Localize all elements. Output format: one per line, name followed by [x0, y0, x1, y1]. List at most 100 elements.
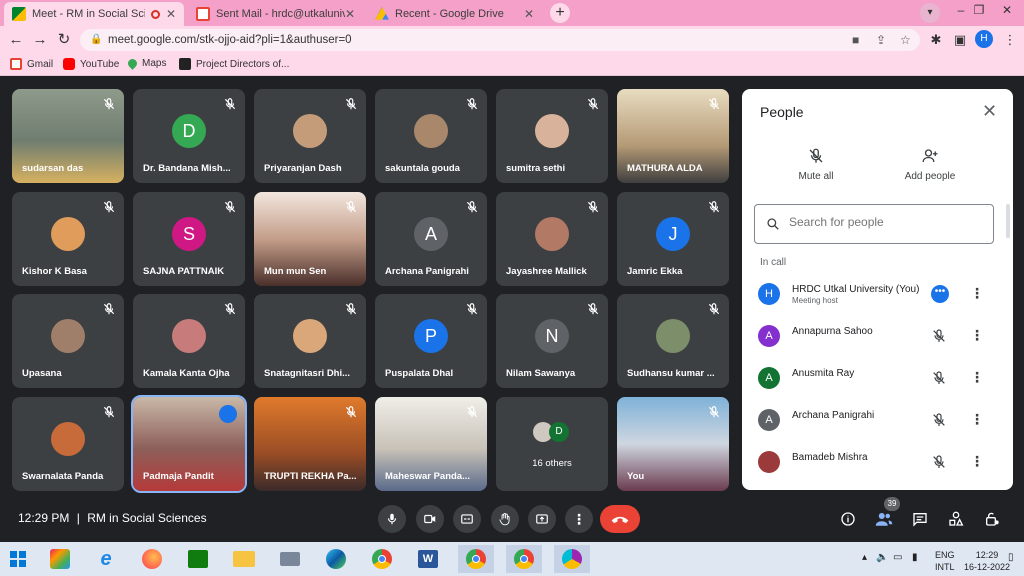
- person-more-icon[interactable]: ⋮: [970, 411, 984, 428]
- address-bar[interactable]: 🔒 meet.google.com/stk-ojjo-aid?pli=1&aut…: [80, 29, 920, 51]
- share-icon[interactable]: ⇪: [876, 29, 886, 51]
- word-icon[interactable]: W: [410, 545, 446, 573]
- participant-tile[interactable]: Upasana: [12, 294, 124, 388]
- participant-tile[interactable]: sakuntala gouda: [375, 89, 487, 183]
- close-window-icon[interactable]: ✕: [992, 0, 1022, 22]
- firefox-icon[interactable]: [134, 545, 170, 573]
- close-tab-icon[interactable]: ✕: [166, 7, 176, 21]
- bookmark-star-icon[interactable]: ☆: [900, 29, 911, 51]
- tab-meet[interactable]: Meet - RM in Social Sciences ✕: [4, 2, 184, 26]
- new-tab-button[interactable]: +: [550, 3, 570, 23]
- reload-icon[interactable]: ↻: [54, 30, 74, 50]
- mute-person-button[interactable]: [931, 412, 947, 433]
- present-screen-button[interactable]: [528, 505, 556, 533]
- participant-tile[interactable]: Padmaja Pandit: [131, 395, 247, 493]
- participant-tile[interactable]: Snatagnitasri Dhi...: [254, 294, 366, 388]
- bookmark-youtube[interactable]: YouTube: [63, 58, 119, 70]
- participant-tile[interactable]: Sudhansu kumar ...: [617, 294, 729, 388]
- participant-tile[interactable]: MATHURA ALDA: [617, 89, 729, 183]
- host-options-icon[interactable]: •••: [931, 285, 949, 303]
- app-launcher-icon[interactable]: [42, 545, 78, 573]
- chrome-window-2-icon[interactable]: [506, 545, 542, 573]
- tab-gmail[interactable]: Sent Mail - hrdc@utkaluniversity ✕: [188, 2, 363, 26]
- participant-tile[interactable]: Maheswar Panda...: [375, 397, 487, 491]
- people-list-item[interactable]: A Anusmita Ray ⋮: [742, 358, 1013, 398]
- file-explorer-icon[interactable]: [226, 545, 262, 573]
- participant-tile[interactable]: D 16 others: [496, 397, 608, 491]
- person-more-icon[interactable]: ⋮: [970, 285, 984, 302]
- participant-tile[interactable]: sudarsan das: [12, 89, 124, 183]
- participant-tile[interactable]: Kamala Kanta Ojha: [133, 294, 245, 388]
- chrome-canary-icon[interactable]: [554, 545, 590, 573]
- bookmark-maps[interactable]: Maps: [126, 57, 166, 70]
- forward-arrow-icon[interactable]: →: [30, 30, 50, 50]
- system-clock[interactable]: 12:29 16-12-2022: [964, 549, 1010, 573]
- raise-hand-button[interactable]: [491, 505, 519, 533]
- extensions-icon[interactable]: ✱: [926, 30, 946, 50]
- meeting-details-icon[interactable]: [838, 509, 858, 529]
- microphone-button[interactable]: [378, 505, 406, 533]
- tray-overflow-icon[interactable]: ▴: [862, 552, 867, 563]
- captions-button[interactable]: [453, 505, 481, 533]
- store-icon[interactable]: [180, 545, 216, 573]
- bookmark-gmail[interactable]: Gmail: [10, 58, 53, 70]
- language-indicator[interactable]: ENG INTL: [935, 549, 955, 573]
- close-panel-icon[interactable]: ✕: [982, 101, 997, 122]
- tab-drive[interactable]: Recent - Google Drive ✕: [367, 2, 542, 26]
- participant-tile[interactable]: Priyaranjan Dash: [254, 89, 366, 183]
- participant-tile[interactable]: Kishor K Basa: [12, 192, 124, 286]
- people-list-item[interactable]: H HRDC Utkal University (You) Meeting host…: [742, 274, 1013, 314]
- windows-start-icon[interactable]: [0, 545, 36, 573]
- people-list-item[interactable]: A Archana Panigrahi ⋮: [742, 400, 1013, 440]
- participant-tile[interactable]: D Dr. Bandana Mish...: [133, 89, 245, 183]
- participant-tile[interactable]: Mun mun Sen: [254, 192, 366, 286]
- person-more-icon[interactable]: ⋮: [970, 327, 984, 344]
- people-icon[interactable]: [874, 509, 894, 529]
- mute-person-button[interactable]: [931, 370, 947, 391]
- tab-search-icon[interactable]: ▾: [920, 3, 940, 23]
- battery-icon[interactable]: ▮: [912, 552, 918, 563]
- activities-icon[interactable]: [946, 509, 966, 529]
- internet-explorer-icon[interactable]: e: [88, 545, 124, 573]
- close-tab-icon[interactable]: ✕: [345, 7, 355, 21]
- close-tab-icon[interactable]: ✕: [524, 7, 534, 21]
- participant-tile[interactable]: You: [617, 397, 729, 491]
- participant-tile[interactable]: S SAJNA PATTNAIK: [133, 192, 245, 286]
- chrome-icon[interactable]: [364, 545, 400, 573]
- mute-person-button[interactable]: [931, 454, 947, 475]
- panel-scrollbar[interactable]: [1006, 204, 1010, 238]
- participant-tile[interactable]: Swarnalata Panda: [12, 397, 124, 491]
- chat-icon[interactable]: [910, 509, 930, 529]
- notifications-icon[interactable]: ▯: [1008, 552, 1014, 563]
- menu-kebab-icon[interactable]: ⋮: [1000, 30, 1020, 50]
- people-list-item[interactable]: Bamadeb Mishra ⋮: [742, 442, 1013, 482]
- person-more-icon[interactable]: ⋮: [970, 453, 984, 470]
- host-controls-icon[interactable]: [982, 509, 1002, 529]
- restore-icon[interactable]: ❐: [964, 0, 994, 22]
- participant-tile[interactable]: sumitra sethi: [496, 89, 608, 183]
- side-panel-icon[interactable]: ▣: [950, 30, 970, 50]
- mute-person-button[interactable]: [931, 328, 947, 349]
- add-people-button[interactable]: Add people: [880, 147, 980, 182]
- search-input[interactable]: [789, 215, 985, 229]
- chrome-window-1-icon[interactable]: [458, 545, 494, 573]
- mute-all-button[interactable]: Mute all: [766, 147, 866, 182]
- participant-tile[interactable]: Jayashree Mallick: [496, 192, 608, 286]
- camera-button[interactable]: [416, 505, 444, 533]
- camera-indicator-icon[interactable]: ■: [852, 29, 859, 51]
- leave-call-button[interactable]: [600, 505, 640, 533]
- more-options-button[interactable]: ⋮: [565, 505, 593, 533]
- profile-avatar[interactable]: H: [975, 30, 993, 48]
- participant-tile[interactable]: TRUPTI REKHA Pa...: [254, 397, 366, 491]
- volume-icon[interactable]: 🔈: [876, 552, 888, 563]
- printer-app-icon[interactable]: [272, 545, 308, 573]
- people-list-item[interactable]: A Annapurna Sahoo ⋮: [742, 316, 1013, 356]
- participant-tile[interactable]: A Archana Panigrahi: [375, 192, 487, 286]
- bookmark-project-directors[interactable]: Project Directors of...: [179, 58, 289, 70]
- participant-tile[interactable]: P Puspalata Dhal: [375, 294, 487, 388]
- network-icon[interactable]: ▭: [893, 552, 902, 563]
- person-more-icon[interactable]: ⋮: [970, 369, 984, 386]
- participant-tile[interactable]: J Jamric Ekka: [617, 192, 729, 286]
- back-arrow-icon[interactable]: ←: [6, 30, 26, 50]
- people-search-box[interactable]: [754, 204, 994, 244]
